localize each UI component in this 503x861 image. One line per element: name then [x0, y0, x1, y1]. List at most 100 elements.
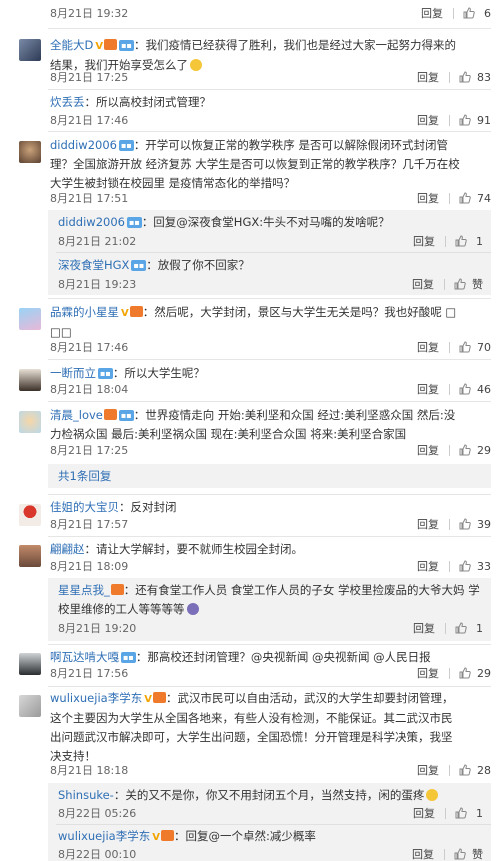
comment-text: ：反对封闭	[119, 500, 177, 514]
like-count: 6	[484, 6, 491, 20]
emoji-icon	[186, 603, 199, 615]
reply-button[interactable]: 回复	[412, 846, 434, 861]
like-count: 39	[477, 517, 491, 531]
avatar[interactable]	[19, 141, 41, 163]
reply-meta: 8月22日 00:10 回复 赞	[58, 846, 483, 861]
like-count: 赞	[472, 848, 483, 861]
thumb-up-icon[interactable]	[459, 667, 471, 679]
avatar[interactable]	[19, 695, 41, 717]
username[interactable]: wulixuejia李学东	[58, 829, 150, 843]
reply-button[interactable]: 回复	[417, 442, 439, 458]
comment-meta: 8月21日 18:18 回复 28	[50, 762, 491, 778]
comment-time: 8月21日 17:51	[50, 192, 129, 205]
reply-button[interactable]: 回复	[417, 762, 439, 778]
username[interactable]: 一断而立	[50, 366, 96, 380]
reply-time: 8月22日 05:26	[58, 807, 137, 820]
thumb-up-icon[interactable]	[459, 444, 471, 456]
view-replies-link[interactable]: 共1条回复	[48, 464, 491, 488]
comment-time: 8月21日 18:18	[50, 764, 129, 777]
reply-meta: 8月21日 19:20 回复 1	[58, 620, 483, 636]
divider	[48, 494, 491, 495]
member-crown-icon	[103, 409, 117, 420]
comment-time: 8月21日 17:25	[50, 71, 129, 84]
member-crown-icon	[129, 306, 143, 317]
reply-text: ：回复@一个卓然:减少概率	[173, 829, 316, 843]
avatar[interactable]	[19, 39, 41, 61]
reply-button[interactable]: 回复	[417, 381, 439, 397]
avatar[interactable]	[19, 308, 41, 330]
avatar[interactable]	[19, 545, 41, 567]
reply-button[interactable]: 回复	[417, 665, 439, 681]
username[interactable]: 清晨_love	[50, 408, 103, 422]
like-count: 74	[477, 191, 491, 205]
thumb-up-icon[interactable]	[459, 192, 471, 204]
thumb-up-icon[interactable]	[455, 807, 467, 819]
avatar[interactable]	[19, 653, 41, 675]
username[interactable]: 深夜食堂HGX	[58, 258, 129, 272]
divider	[48, 644, 491, 645]
thumb-up-icon[interactable]	[454, 848, 466, 860]
comment-body: 翩翩赵：请让大学解封，要不就师生校园全封闭。	[50, 540, 463, 559]
username[interactable]: 翩翩赵	[50, 542, 85, 556]
like-count: 29	[477, 443, 491, 457]
thumb-up-icon[interactable]	[459, 341, 471, 353]
username[interactable]: 星星点我_	[58, 583, 110, 597]
avatar[interactable]	[19, 411, 41, 433]
thumb-up-icon[interactable]	[459, 764, 471, 776]
comment-time: 8月21日 17:46	[50, 341, 129, 354]
reply-button[interactable]: 回复	[412, 276, 434, 292]
reply-button[interactable]: 回复	[417, 339, 439, 355]
thumb-up-icon[interactable]	[459, 71, 471, 83]
username[interactable]: 炊丢丢	[50, 95, 85, 109]
reply-button[interactable]: 回复	[413, 805, 435, 821]
member-crown-icon	[152, 692, 166, 703]
thumb-up-icon[interactable]	[463, 7, 475, 19]
comment-body: 佳姐的大宝贝：反对封闭	[50, 498, 463, 517]
username[interactable]: diddiw2006	[58, 215, 125, 229]
comment-meta: 8月21日 17:25 回复 29	[50, 442, 491, 458]
comment-body: wulixuejia李学东 V ：武汉市民可以自由活动，武汉的大学生却要封闭管理，这…	[50, 691, 454, 763]
thumb-up-icon[interactable]	[459, 518, 471, 530]
username[interactable]: wulixuejia李学东	[50, 691, 142, 705]
comment-text: ：所以大学生呢？	[112, 366, 205, 380]
member-crown-icon	[110, 584, 124, 595]
comment-body: 品霖的小星星 V ：然后呢，大学封闭，景区与大学生无关是吗？我也好酸呢 □□□	[50, 305, 457, 339]
comment-text: ：请让大学解封，要不就师生校园全封闭。	[84, 542, 304, 556]
like-count: 28	[477, 763, 491, 777]
divider	[48, 298, 491, 299]
badge-icon: ▪▪	[119, 40, 134, 51]
username[interactable]: diddiw2006	[50, 138, 117, 152]
reply-meta: 8月22日 05:26 回复 1	[58, 805, 483, 821]
username[interactable]: Shinsuke-	[58, 788, 114, 802]
reply-button[interactable]: 回复	[417, 69, 439, 85]
reply-button[interactable]: 回复	[421, 5, 443, 21]
comment-meta: 8月21日 17:25 回复 83	[50, 69, 491, 85]
username[interactable]: 啊瓦达啃大嘎	[50, 650, 119, 664]
reply-button[interactable]: 回复	[417, 516, 439, 532]
thumb-up-icon[interactable]	[454, 278, 466, 290]
like-count: 1	[476, 621, 483, 635]
reply-meta: 8月21日 19:23 回复 赞	[58, 276, 483, 292]
reply-body: wulixuejia李学东 V ：回复@一个卓然:减少概率	[58, 829, 316, 843]
username[interactable]: 佳姐的大宝贝	[50, 500, 119, 514]
reply-button[interactable]: 回复	[417, 190, 439, 206]
reply-button[interactable]: 回复	[413, 620, 435, 636]
username[interactable]: 品霖的小星星	[50, 305, 119, 319]
reply-button[interactable]: 回复	[413, 233, 435, 249]
divider	[48, 686, 491, 687]
reply-button[interactable]: 回复	[417, 112, 439, 128]
avatar[interactable]	[19, 369, 41, 391]
avatar[interactable]	[19, 504, 41, 526]
reply-body: Shinsuke-：关的又不是你，你又不用封闭五个月，当然支持，闲的蛋疼	[58, 786, 483, 805]
reply-body: 深夜食堂HGX ▪▪ ：放假了你不回家？	[58, 256, 483, 275]
username[interactable]: 全能大D	[50, 38, 93, 52]
reply-body: 星星点我_ ：还有食堂工作人员 食堂工作人员的子女 学校里捡废品的大爷大妈 学校里…	[58, 581, 483, 619]
thumb-up-icon[interactable]	[459, 560, 471, 572]
thumb-up-icon[interactable]	[455, 235, 467, 247]
like-count: 赞	[472, 278, 483, 291]
comment-meta: 8月21日 17:46 回复 91	[50, 112, 491, 128]
thumb-up-icon[interactable]	[455, 622, 467, 634]
reply-button[interactable]: 回复	[417, 558, 439, 574]
thumb-up-icon[interactable]	[459, 114, 471, 126]
thumb-up-icon[interactable]	[459, 383, 471, 395]
